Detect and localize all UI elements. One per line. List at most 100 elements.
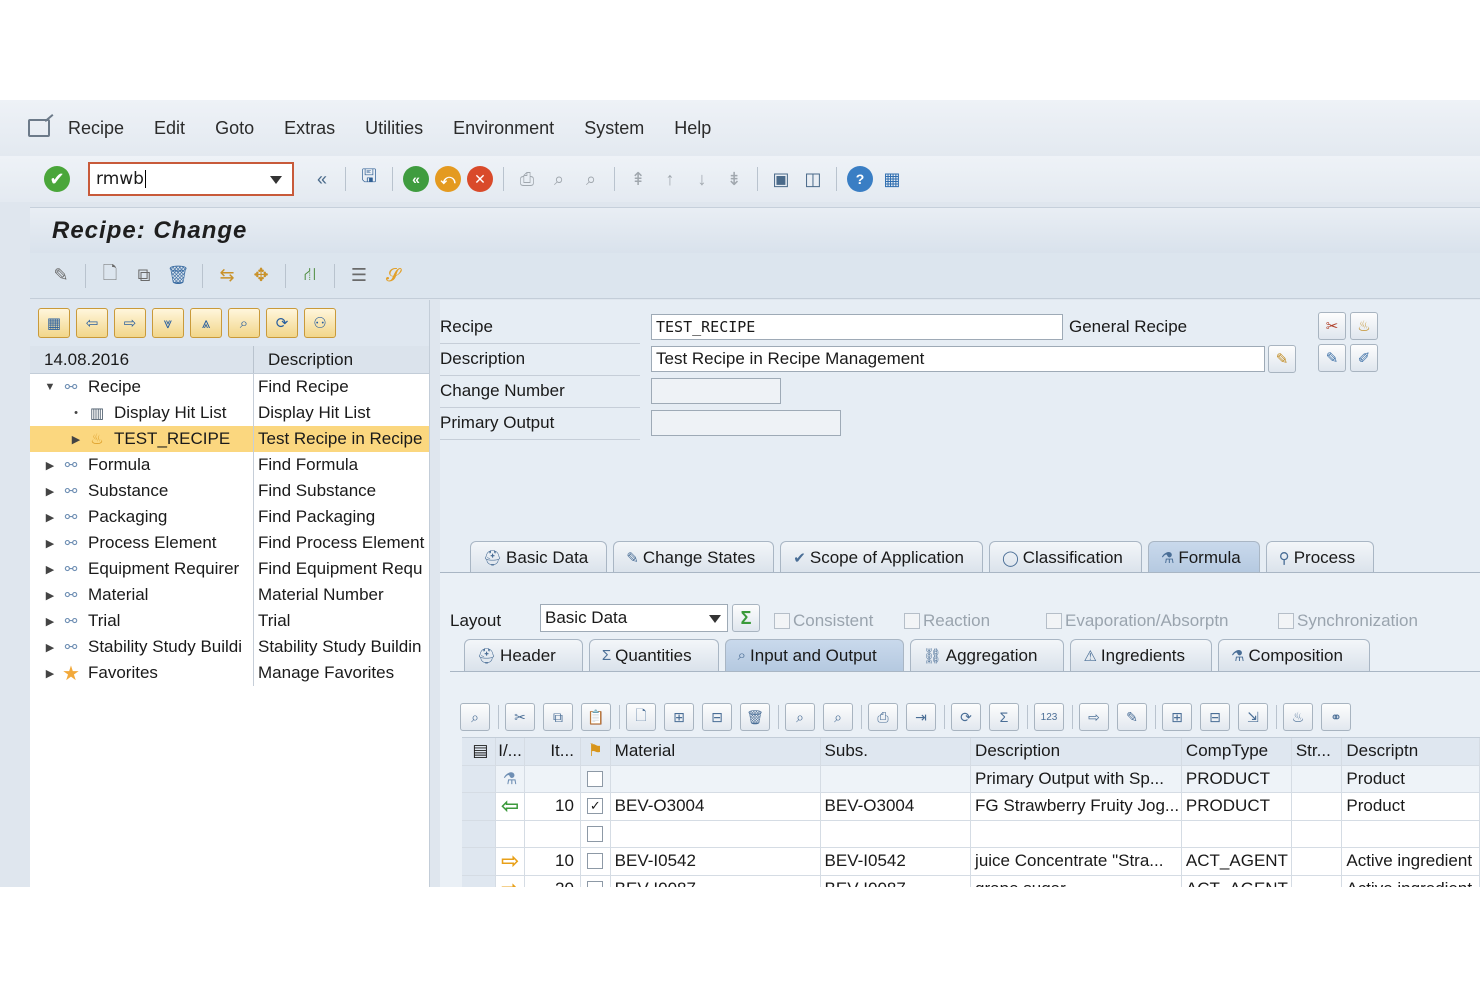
cell-material[interactable] xyxy=(611,820,821,847)
expand-right-icon[interactable]: ▶ xyxy=(42,641,58,654)
tree-refresh-icon[interactable]: ⟳ xyxy=(266,308,298,338)
checkbox-box[interactable] xyxy=(1046,613,1062,629)
copy-row-icon[interactable]: ⧉ xyxy=(543,703,573,731)
refresh-grid-icon[interactable]: ⟳ xyxy=(951,703,981,731)
cell-material[interactable]: BEV-O3004 xyxy=(611,793,821,820)
expand-right-icon[interactable]: ▶ xyxy=(42,589,58,602)
cell-description[interactable]: Primary Output with Sp... xyxy=(971,765,1182,792)
cell-item[interactable]: 10 xyxy=(525,848,581,875)
cell-description[interactable]: FG Strawberry Fruity Jog... xyxy=(971,793,1182,820)
table-row[interactable] xyxy=(462,820,1480,848)
edit-long-icon[interactable]: ✐ xyxy=(1350,344,1378,372)
cell-str[interactable] xyxy=(1292,848,1343,875)
input-arrow-icon[interactable]: ⇨ xyxy=(496,875,526,887)
list-view-icon[interactable]: ☰ xyxy=(346,263,372,289)
layout-menu-icon[interactable]: ▦ xyxy=(879,166,905,192)
cell-material[interactable]: BEV-I0087 xyxy=(611,875,821,887)
collapse-grid-icon[interactable]: ⊟ xyxy=(1200,703,1230,731)
tree-row[interactable]: ▶ ⚯ Process Element Find Process Element xyxy=(30,530,429,556)
cell-description[interactable]: juice Concentrate "Stra... xyxy=(971,848,1182,875)
checkbox-box[interactable] xyxy=(587,825,604,842)
grid-header-cell[interactable]: It... xyxy=(525,738,581,765)
checkbox-box[interactable] xyxy=(904,613,920,629)
cell-comptype[interactable]: PRODUCT xyxy=(1181,765,1292,792)
tree-row[interactable]: ▶ ★ Favorites Manage Favorites xyxy=(30,660,429,686)
tab-formula[interactable]: ⚗ Formula xyxy=(1147,541,1260,573)
sigma-icon[interactable]: Σ xyxy=(732,604,760,632)
tree-row[interactable]: ▼ ⚯ Recipe Find Recipe xyxy=(30,374,429,400)
cell-material[interactable] xyxy=(610,765,821,792)
expand-right-icon[interactable]: ▶ xyxy=(42,563,58,576)
expand-right-icon[interactable]: ▶ xyxy=(42,459,58,472)
last-page-icon[interactable]: ⇟ xyxy=(721,166,747,192)
menu-environment[interactable]: Environment xyxy=(453,118,554,139)
row-checkbox[interactable] xyxy=(581,848,611,875)
subtab-aggregation[interactable]: ⛓ Aggregation xyxy=(909,639,1065,671)
cell-str[interactable] xyxy=(1292,875,1343,887)
total-icon[interactable]: Σ xyxy=(989,703,1019,731)
change-number-input[interactable] xyxy=(651,378,781,404)
tree-forward-icon[interactable]: ⇨ xyxy=(114,308,146,338)
cell-comptype[interactable]: ACT_AGENT xyxy=(1182,875,1292,887)
row-selector[interactable] xyxy=(462,875,496,887)
subtab-composition[interactable]: ⚗ Composition xyxy=(1218,639,1370,671)
find-next-grid-icon[interactable]: ⌕ xyxy=(823,703,853,731)
table-row[interactable]: ⇨20BEV-I0087BEV-I0087grape sugarACT_AGEN… xyxy=(462,875,1480,887)
cell-item[interactable]: 20 xyxy=(525,875,581,887)
row-checkbox[interactable]: ✓ xyxy=(581,793,611,820)
find-grid-icon[interactable]: ⌕ xyxy=(785,703,815,731)
cell-subs[interactable] xyxy=(820,765,972,792)
row-selector[interactable] xyxy=(462,820,496,847)
cell-descriptn[interactable]: Active ingredient xyxy=(1342,848,1480,875)
first-page-icon[interactable]: ⇞ xyxy=(625,166,651,192)
command-field[interactable]: rmwb xyxy=(88,162,294,196)
io-cell[interactable] xyxy=(496,820,526,847)
print-grid-icon[interactable]: ⎙ xyxy=(868,703,898,731)
tree-collapse-icon[interactable]: ⩓ xyxy=(190,308,222,338)
numbering-icon[interactable]: 123 xyxy=(1034,703,1064,731)
input-arrow-icon[interactable]: ⇨ xyxy=(496,848,526,875)
cell-comptype[interactable]: PRODUCT xyxy=(1182,793,1292,820)
cell-comptype[interactable] xyxy=(1182,820,1292,847)
tree-row[interactable]: ▶ ⚯ Substance Find Substance xyxy=(30,478,429,504)
checkbox-reaction[interactable]: Reaction xyxy=(904,611,990,631)
tree-filter-icon[interactable]: ⌕ xyxy=(228,308,260,338)
table-row[interactable]: ⚗ Primary Output with Sp... PRODUCT Product xyxy=(462,765,1480,793)
menu-help[interactable]: Help xyxy=(674,118,711,139)
assign-icon[interactable]: ⇆ xyxy=(214,263,240,289)
tree-users-icon[interactable]: ⚇ xyxy=(304,308,336,338)
menu-icon[interactable] xyxy=(28,119,50,137)
select-all-icon[interactable]: ▤ xyxy=(462,738,496,765)
subtab-quantities[interactable]: Σ Quantities xyxy=(588,639,719,671)
checkbox-box[interactable] xyxy=(587,770,604,787)
new-document-icon[interactable]: 🗋 xyxy=(97,263,123,289)
grid-header-cell[interactable]: Subs. xyxy=(820,738,972,765)
flag-header-icon[interactable]: ⚑ xyxy=(580,738,611,765)
cell-descriptn[interactable] xyxy=(1342,820,1480,847)
recipe-icon[interactable]: ♨ xyxy=(1350,312,1378,340)
grid-header-cell[interactable]: Descriptn xyxy=(1342,738,1480,765)
subtab-header[interactable]: ⛑ Header xyxy=(464,639,583,671)
new-row-icon[interactable]: 🗋 xyxy=(626,703,656,731)
row-checkbox[interactable] xyxy=(581,875,611,887)
menu-goto[interactable]: Goto xyxy=(215,118,254,139)
find-icon[interactable]: ⌕ xyxy=(546,166,572,192)
tab-process[interactable]: ⚲ Process xyxy=(1265,541,1375,573)
cell-description[interactable]: grape sugar xyxy=(971,875,1182,887)
checkbox-synchronization[interactable]: Synchronization xyxy=(1278,611,1418,631)
table-row[interactable]: ⇦ 10 ✓ BEV-O3004 BEV-O3004 FG Strawberry Frui… xyxy=(462,793,1480,821)
layout-select[interactable]: Basic Data xyxy=(540,604,728,632)
tree-row[interactable]: • ▥ Display Hit List Display Hit List xyxy=(30,400,429,426)
trash-icon[interactable]: 🗑 xyxy=(740,703,770,731)
row-checkbox[interactable] xyxy=(580,765,611,792)
save-icon[interactable]: 🖫 xyxy=(356,166,382,192)
cell-subs[interactable]: BEV-I0087 xyxy=(821,875,972,887)
expand-right-icon[interactable]: ▶ xyxy=(42,667,58,680)
expand-right-icon[interactable]: ▶ xyxy=(42,615,58,628)
checkbox-box[interactable]: ✓ xyxy=(587,798,604,815)
expand-right-icon[interactable]: ▶ xyxy=(42,537,58,550)
leaf-dot-icon[interactable]: • xyxy=(68,407,84,419)
menu-utilities[interactable]: Utilities xyxy=(365,118,423,139)
cell-str[interactable] xyxy=(1292,820,1343,847)
cell-description[interactable] xyxy=(971,820,1182,847)
